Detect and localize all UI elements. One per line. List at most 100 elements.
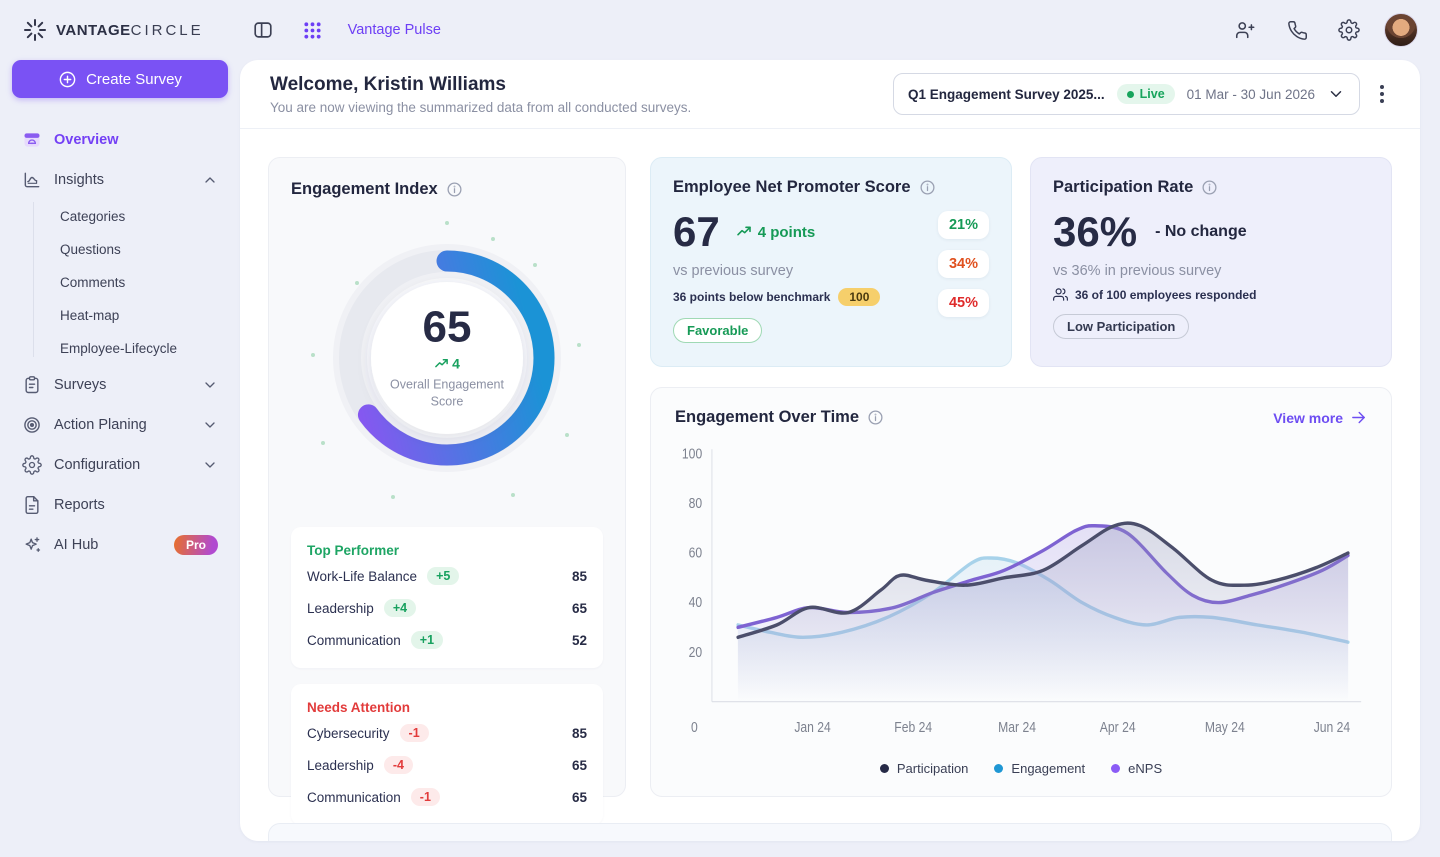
- metric-delta-badge: +1: [411, 631, 443, 649]
- engagement-over-time-card: Engagement Over Time View more: [650, 387, 1392, 797]
- metric-delta-badge: +5: [427, 567, 459, 585]
- info-icon[interactable]: [919, 179, 936, 196]
- legend-dot: [1111, 764, 1120, 773]
- arrow-right-icon: [1350, 409, 1367, 426]
- info-icon[interactable]: [1201, 179, 1218, 196]
- surveys-icon: [22, 375, 42, 395]
- chevron-down-icon: [202, 377, 218, 393]
- sidebar-item-label: Insights: [54, 172, 190, 188]
- live-dot-icon: [1127, 91, 1134, 98]
- engagement-over-time-chart: 100806040200Jan 24Feb 24Mar 24Apr 24May …: [675, 433, 1367, 755]
- metric-delta-badge: -1: [411, 788, 440, 806]
- trend-up-icon: [736, 224, 752, 240]
- info-icon[interactable]: [867, 409, 884, 426]
- metric-value: 52: [572, 633, 587, 648]
- x-tick-label: May 24: [1205, 719, 1245, 735]
- legend-item-participation[interactable]: Participation: [880, 761, 969, 776]
- x-tick-label: Jun 24: [1314, 719, 1351, 735]
- engagement-delta-value: 4: [452, 356, 460, 372]
- participation-responded-label: 36 of 100 employees responded: [1075, 288, 1256, 302]
- create-survey-button[interactable]: Create Survey: [12, 60, 228, 98]
- survey-status-badge: Live: [1117, 84, 1175, 104]
- sidebar-subitem-employee-lifecycle[interactable]: Employee-Lifecycle: [54, 332, 228, 365]
- participation-title: Participation Rate: [1053, 178, 1193, 197]
- y-tick-label: 100: [682, 445, 702, 461]
- enps-card: Employee Net Promoter Score 67: [650, 157, 1012, 367]
- sidebar-item-insights[interactable]: Insights: [12, 160, 228, 200]
- sidebar-item-label: Reports: [54, 497, 218, 513]
- needs-attention-title: Needs Attention: [307, 696, 587, 717]
- sidebar-item-action-planing[interactable]: Action Planing: [12, 405, 228, 445]
- enps-title: Employee Net Promoter Score: [673, 178, 911, 197]
- sidebar-subitem-categories[interactable]: Categories: [54, 200, 228, 233]
- enps-rating-badge: Favorable: [673, 318, 762, 343]
- enps-breakdown-pill: 45%: [938, 289, 989, 317]
- users-icon: [1053, 287, 1068, 302]
- target-icon: [22, 415, 42, 435]
- header-kebab-menu-button[interactable]: [1374, 79, 1390, 109]
- line-chart-svg: 100806040200Jan 24Feb 24Mar 24Apr 24May …: [675, 433, 1367, 755]
- metric-delta-badge: -1: [400, 724, 429, 742]
- app-grid-button[interactable]: [296, 13, 330, 47]
- trend-up-icon: [434, 356, 449, 371]
- participation-change-label: - No change: [1155, 223, 1247, 241]
- x-tick-label: Jan 24: [794, 719, 831, 735]
- app-name[interactable]: Vantage Pulse: [348, 22, 441, 38]
- page-title: Welcome, Kristin Williams: [270, 74, 691, 96]
- survey-date-range: 01 Mar - 30 Jun 2026: [1187, 87, 1315, 102]
- dashboard-content: Engagement Index: [240, 129, 1420, 841]
- invite-user-button[interactable]: [1228, 13, 1262, 47]
- participation-responded: 36 of 100 employees responded: [1053, 287, 1369, 302]
- sidebar-item-configuration[interactable]: Configuration: [12, 445, 228, 485]
- legend-dot: [880, 764, 889, 773]
- engagement-donut: 65 4 Overall Engagement Score: [291, 205, 603, 511]
- main-header: Welcome, Kristin Williams You are now vi…: [240, 60, 1420, 129]
- sidebar-item-reports[interactable]: Reports: [12, 485, 228, 525]
- metric-value: 65: [572, 758, 587, 773]
- engagement-index-card: Engagement Index: [268, 157, 626, 797]
- x-tick-label: Feb 24: [894, 719, 932, 735]
- sidebar-subitem-heat-map[interactable]: Heat-map: [54, 299, 228, 332]
- chevron-down-icon: [202, 417, 218, 433]
- donut-center: 65 4 Overall Engagement Score: [377, 306, 517, 411]
- sidebar-subitem-questions[interactable]: Questions: [54, 233, 228, 266]
- legend-item-enps[interactable]: eNPS: [1111, 761, 1162, 776]
- brand-name: VANTAGECIRCLE: [56, 22, 204, 39]
- sparkles-icon: [22, 535, 42, 555]
- legend-label: Participation: [897, 761, 969, 776]
- info-icon[interactable]: [446, 181, 463, 198]
- engagement-index-title: Engagement Index: [291, 180, 438, 199]
- sidebar: Create Survey Overview Insights Categories…: [0, 60, 240, 857]
- legend-item-engagement[interactable]: Engagement: [994, 761, 1085, 776]
- sidebar-subitem-comments[interactable]: Comments: [54, 266, 228, 299]
- metric-label: Communication: [307, 633, 401, 648]
- metric-label: Work-Life Balance: [307, 569, 417, 584]
- x-tick-label: Mar 24: [998, 719, 1036, 735]
- sidebar-item-surveys[interactable]: Surveys: [12, 365, 228, 405]
- sidebar-item-label: Configuration: [54, 457, 190, 473]
- metric-label: Leadership: [307, 601, 374, 616]
- y-tick-label: 20: [689, 644, 703, 660]
- view-more-link[interactable]: View more: [1273, 409, 1367, 426]
- sidebar-toggle-button[interactable]: [246, 13, 280, 47]
- sidebar-item-ai-hub[interactable]: AI HubPro: [12, 525, 228, 565]
- user-avatar[interactable]: [1384, 13, 1418, 47]
- settings-button[interactable]: [1332, 13, 1366, 47]
- brand-name-light: CIRCLE: [131, 22, 204, 39]
- metric-label: Cybersecurity: [307, 726, 390, 741]
- y-origin-label: 0: [691, 719, 698, 735]
- user-add-icon: [1234, 19, 1256, 41]
- chevron-down-icon: [1327, 85, 1345, 103]
- contact-support-button[interactable]: [1280, 13, 1314, 47]
- sidebar-item-overview[interactable]: Overview: [12, 120, 228, 160]
- brand-name-bold: VANTAGE: [56, 22, 131, 39]
- gear-icon: [22, 455, 42, 475]
- enps-breakdown-pill: 21%: [938, 211, 989, 239]
- plus-circle-icon: [58, 70, 77, 89]
- chart-title: Engagement Over Time: [675, 408, 859, 427]
- top-performer-title: Top Performer: [307, 539, 587, 560]
- sidebar-nav: Overview Insights CategoriesQuestionsComme…: [12, 120, 228, 565]
- participation-rate-card: Participation Rate 36% - No change vs: [1030, 157, 1392, 367]
- metric-row: Work-Life Balance+585: [307, 560, 587, 592]
- survey-selector[interactable]: Q1 Engagement Survey 2025... Live 01 Mar…: [893, 73, 1360, 115]
